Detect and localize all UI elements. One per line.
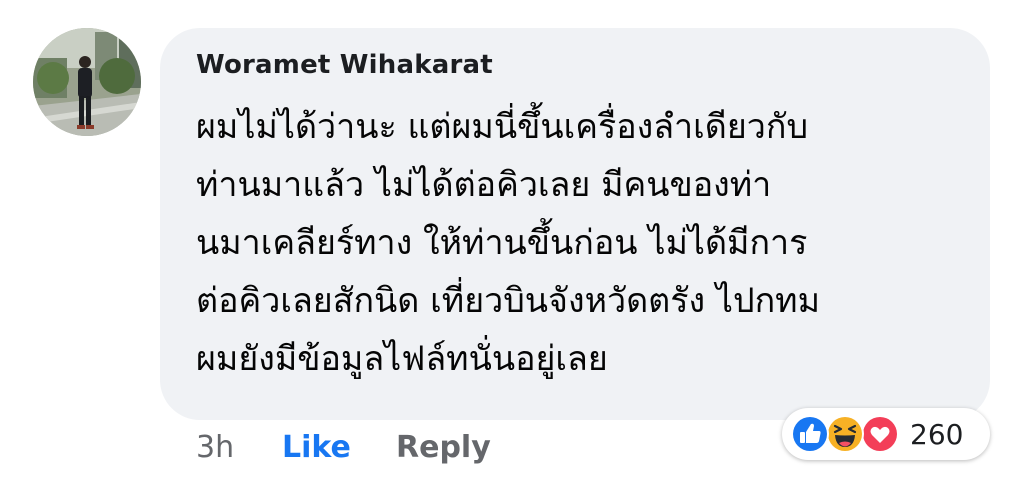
love-icon [860,414,900,454]
reactions-summary[interactable]: 260 [782,408,990,460]
comment-timestamp[interactable]: 3h [196,430,234,465]
like-icon [790,414,830,454]
author-avatar[interactable] [33,28,141,136]
reaction-count: 260 [910,418,964,451]
comment-text-line: นมาเคลียร์ทาง ให้ท่านขึ้นก่อน ไม่ได้มีกา… [196,223,808,263]
comment-text: ผมไม่ได้ว่านะ แต่ผมนี่ขึ้นเครื่องลำเดียว… [196,98,976,388]
comment-text-line: ผมยังมีข้อมูลไฟล์ทนั่นอยู่เลย [196,339,608,379]
comment-text-line: ต่อคิวเลยสักนิด เที่ยวบินจังหวัดตรัง ไปก… [196,281,821,321]
reply-button[interactable]: Reply [396,430,491,465]
comment-text-line: ท่านมาแล้ว ไม่ได้ต่อคิวเลย มีคนของท่า [196,165,772,205]
comment-text-line: ผมไม่ได้ว่านะ แต่ผมนี่ขึ้นเครื่องลำเดียว… [196,107,809,147]
haha-icon [825,414,865,454]
like-button[interactable]: Like [282,430,351,465]
comment-author-name[interactable]: Woramet Wihakarat [196,50,493,80]
